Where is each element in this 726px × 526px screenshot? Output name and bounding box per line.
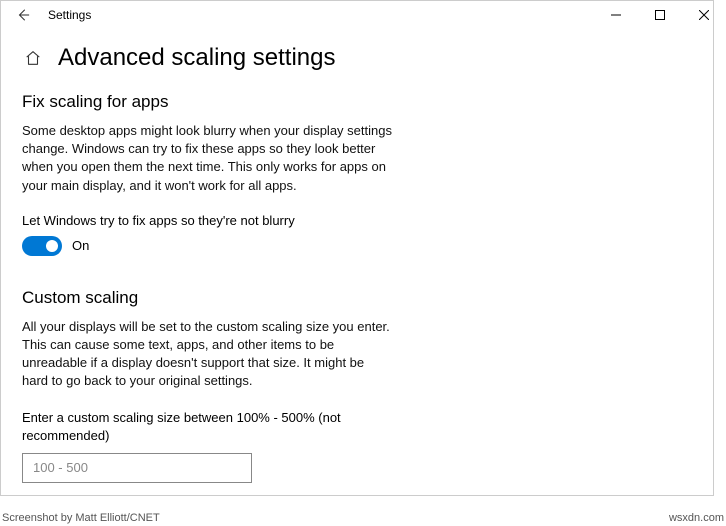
- content-area: Advanced scaling settings Fix scaling fo…: [0, 30, 726, 483]
- maximize-icon: [655, 10, 665, 20]
- fix-scaling-desc: Some desktop apps might look blurry when…: [22, 122, 392, 195]
- minimize-button[interactable]: [594, 0, 638, 30]
- maximize-button[interactable]: [638, 0, 682, 30]
- app-title: Settings: [48, 8, 91, 22]
- fix-scaling-heading: Fix scaling for apps: [22, 92, 704, 112]
- blurry-toggle-row: On: [22, 236, 704, 256]
- screenshot-source: wsxdn.com: [669, 512, 724, 524]
- custom-scaling-input-label: Enter a custom scaling size between 100%…: [22, 409, 392, 445]
- home-icon: [24, 49, 42, 67]
- toggle-state-text: On: [72, 238, 89, 253]
- screenshot-credit: Screenshot by Matt Elliott/CNET: [2, 512, 160, 524]
- page-header: Advanced scaling settings: [22, 44, 704, 72]
- close-button[interactable]: [682, 0, 726, 30]
- custom-scaling-desc: All your displays will be set to the cus…: [22, 318, 392, 391]
- custom-scaling-input[interactable]: [22, 453, 252, 483]
- blurry-toggle-label: Let Windows try to fix apps so they're n…: [22, 213, 704, 228]
- titlebar: Settings: [0, 0, 726, 30]
- back-button[interactable]: [10, 2, 36, 28]
- window-controls: [594, 0, 726, 30]
- back-arrow-icon: [16, 8, 30, 22]
- home-button[interactable]: [22, 47, 44, 69]
- footer: Screenshot by Matt Elliott/CNET wsxdn.co…: [2, 512, 724, 524]
- page-title: Advanced scaling settings: [58, 44, 336, 72]
- custom-scaling-heading: Custom scaling: [22, 288, 704, 308]
- close-icon: [699, 10, 709, 20]
- minimize-icon: [611, 10, 621, 20]
- blurry-fix-toggle[interactable]: [22, 236, 62, 256]
- toggle-knob: [46, 240, 58, 252]
